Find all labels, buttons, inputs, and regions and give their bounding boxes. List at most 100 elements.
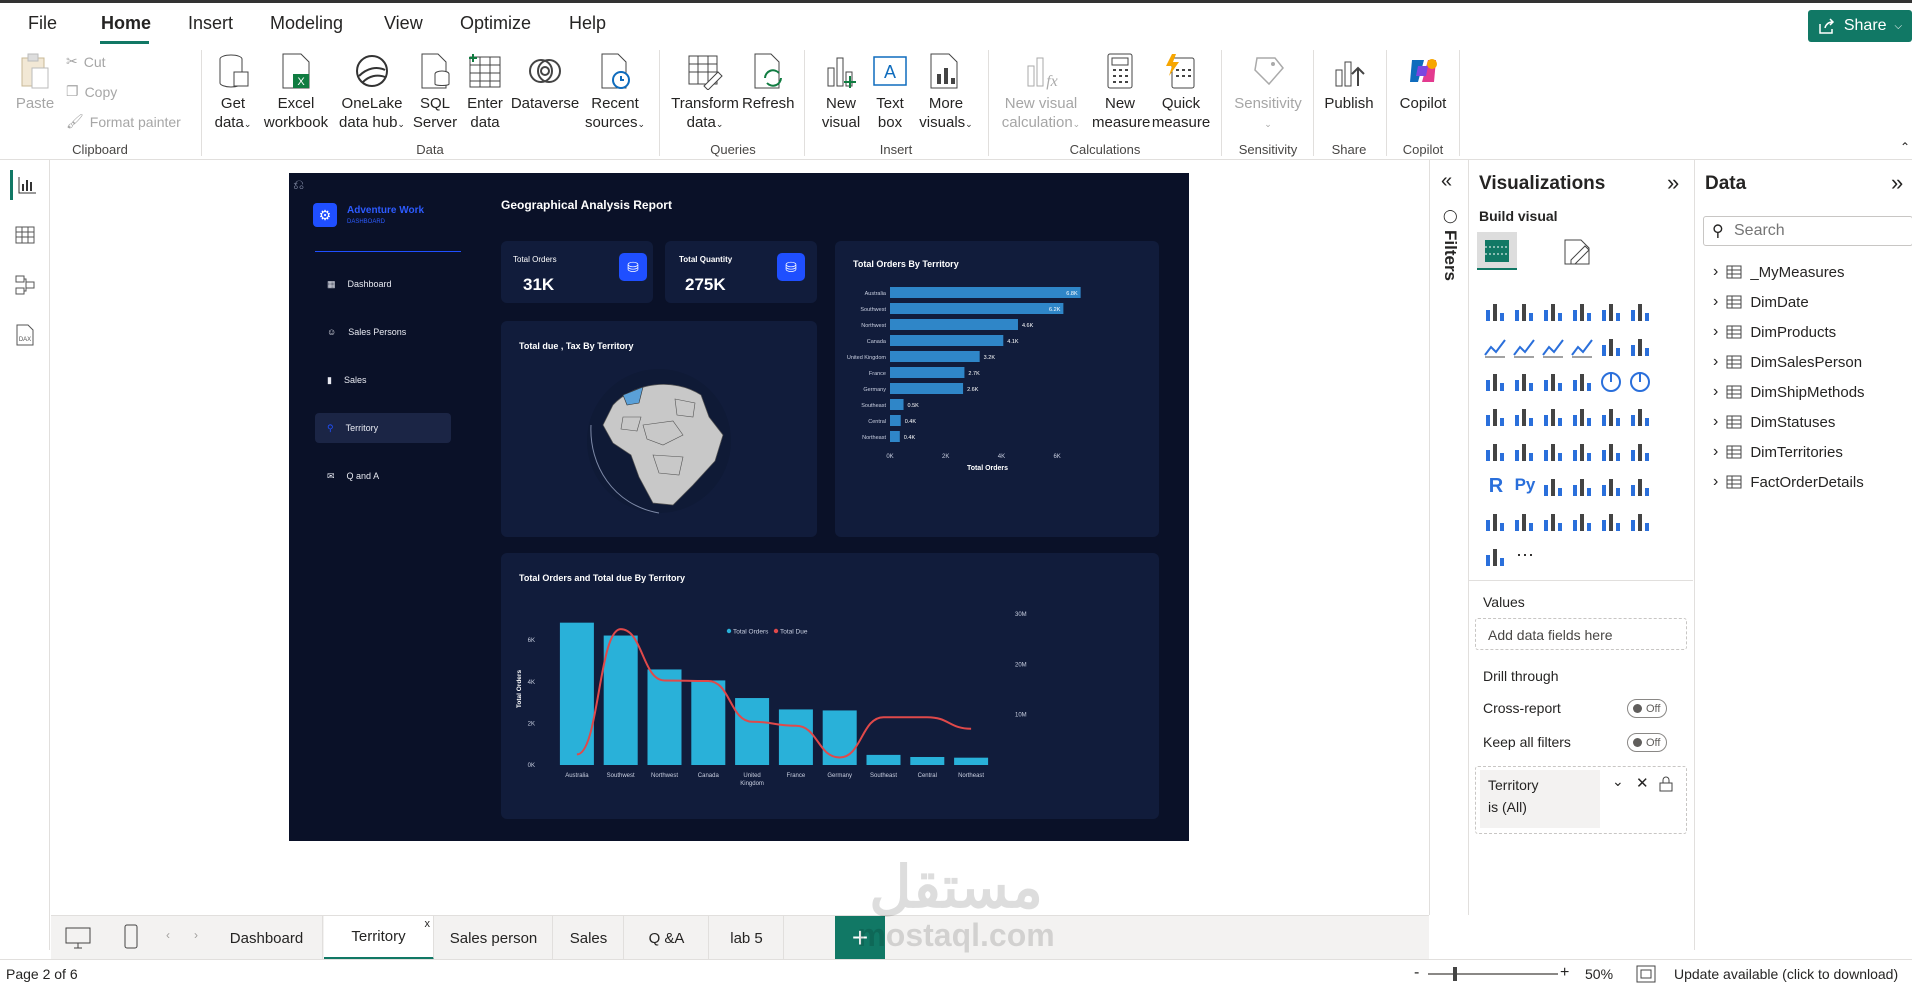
search-input[interactable]: [1734, 220, 1904, 242]
refresh-button[interactable]: Refresh: [742, 52, 795, 113]
page-tab-territory[interactable]: Territory x: [324, 916, 434, 960]
kpi-total-orders[interactable]: Total Orders 31K ⛁: [501, 241, 653, 303]
filled-map-icon[interactable]: [1541, 405, 1567, 431]
power-automate-icon[interactable]: [1483, 545, 1509, 571]
new-visual-calculation-button[interactable]: fx New visual calculation⌄: [998, 52, 1084, 134]
paginated-icon[interactable]: [1512, 510, 1538, 536]
desktop-layout-icon[interactable]: [65, 926, 91, 950]
page-tab-sales-person[interactable]: Sales person: [435, 916, 553, 960]
page-tab-q-and-a[interactable]: Q &A: [625, 916, 709, 960]
treemap-icon[interactable]: [1483, 405, 1509, 431]
funnel-icon[interactable]: [1541, 370, 1567, 396]
multi-row-card-icon[interactable]: [1512, 440, 1538, 466]
card-new-icon[interactable]: [1541, 510, 1567, 536]
chevron-right-icon[interactable]: ›: [1713, 443, 1718, 461]
back-arrow-icon[interactable]: ⎌: [293, 176, 304, 193]
excel-workbook-button[interactable]: X Excel workbook: [260, 52, 332, 132]
ribbon-icon[interactable]: [1570, 335, 1596, 361]
more-visuals-button[interactable]: More visuals⌄: [916, 52, 976, 134]
copilot-button[interactable]: Copilot: [1392, 52, 1454, 113]
nav-territory[interactable]: ⚲ Territory: [315, 413, 451, 443]
stacked-column-icon[interactable]: [1512, 300, 1538, 326]
get-data-button[interactable]: Get data⌄: [208, 52, 258, 134]
chevron-right-icon[interactable]: ›: [1713, 353, 1718, 371]
donut-icon[interactable]: [1628, 370, 1654, 396]
power-apps-icon[interactable]: [1599, 510, 1625, 536]
stacked-bar-icon[interactable]: [1483, 300, 1509, 326]
format-visual-icon[interactable]: [1561, 236, 1593, 268]
scatter-icon[interactable]: [1570, 370, 1596, 396]
menu-insert[interactable]: Insert: [188, 13, 233, 34]
data-table-item[interactable]: › DimTerritories: [1713, 443, 1843, 461]
nav-dashboard[interactable]: ▦ Dashboard: [315, 269, 451, 299]
chevron-right-icon[interactable]: ›: [1713, 413, 1718, 431]
menu-help[interactable]: Help: [569, 13, 606, 34]
nav-sales-persons[interactable]: ☺ Sales Persons: [315, 317, 451, 347]
100-column-icon[interactable]: [1628, 300, 1654, 326]
line-clustered-icon[interactable]: [1628, 335, 1654, 361]
map-icon[interactable]: [1512, 405, 1538, 431]
transform-data-button[interactable]: Transform data⌄: [668, 52, 742, 134]
nav-q-and-a[interactable]: ✉ Q and A: [315, 461, 451, 491]
dax-query-view-icon[interactable]: DAX: [10, 320, 40, 350]
key-influencers-icon[interactable]: [1541, 475, 1567, 501]
zoom-slider[interactable]: [1428, 973, 1558, 975]
next-page-icon[interactable]: ›: [194, 928, 198, 942]
arcgis-icon[interactable]: [1570, 510, 1596, 536]
filters-pane-collapsed[interactable]: « ◯ Filters: [1429, 160, 1469, 915]
azure-map-icon[interactable]: [1599, 405, 1625, 431]
enter-data-button[interactable]: Enter data: [462, 52, 508, 132]
stacked-area-icon[interactable]: [1541, 335, 1567, 361]
fit-to-page-icon[interactable]: [1636, 965, 1656, 983]
chevron-right-icon[interactable]: ›: [1713, 293, 1718, 311]
data-table-item[interactable]: › DimDate: [1713, 293, 1809, 311]
data-table-item[interactable]: › DimProducts: [1713, 323, 1836, 341]
line-column-icon[interactable]: [1599, 335, 1625, 361]
chevron-right-icon[interactable]: ›: [1713, 323, 1718, 341]
lock-icon[interactable]: [1659, 776, 1673, 792]
report-view-icon[interactable]: [10, 170, 40, 200]
sensitivity-button[interactable]: Sensitivity ⌄: [1228, 52, 1308, 134]
expand-filters-icon[interactable]: «: [1441, 170, 1452, 193]
100-bar-icon[interactable]: [1599, 300, 1625, 326]
add-page-button[interactable]: +: [835, 916, 885, 960]
copy-button[interactable]: ❐ Copy: [66, 83, 117, 100]
clustered-bar-icon[interactable]: [1541, 300, 1567, 326]
chevron-right-icon[interactable]: ›: [1713, 383, 1718, 401]
r-visual-icon[interactable]: R: [1483, 475, 1509, 501]
column-alt-icon[interactable]: [1512, 370, 1538, 396]
zoom-out-button[interactable]: -: [1414, 964, 1419, 982]
data-search-box[interactable]: ⚲: [1703, 216, 1912, 246]
menu-view[interactable]: View: [384, 13, 423, 34]
build-visual-tab[interactable]: [1477, 232, 1517, 270]
values-drop-zone[interactable]: Add data fields here: [1475, 618, 1687, 650]
pie-icon[interactable]: [1599, 370, 1625, 396]
cross-report-toggle[interactable]: Off: [1627, 699, 1667, 718]
data-table-item[interactable]: › DimStatuses: [1713, 413, 1835, 431]
update-available-link[interactable]: Update available (click to download): [1674, 966, 1898, 982]
data-table-item[interactable]: › FactOrderDetails: [1713, 473, 1864, 491]
menu-modeling[interactable]: Modeling: [270, 13, 343, 34]
collapse-data-icon[interactable]: »: [1891, 170, 1903, 196]
menu-optimize[interactable]: Optimize: [460, 13, 531, 34]
close-tab-icon[interactable]: x: [425, 918, 431, 930]
previous-page-icon[interactable]: ‹: [166, 928, 170, 942]
trophy-icon[interactable]: [1483, 510, 1509, 536]
onelake-data-hub-button[interactable]: OneLake data hub⌄: [334, 52, 410, 134]
menu-file[interactable]: File: [28, 13, 57, 34]
diamond-icon[interactable]: [1628, 510, 1654, 536]
collapse-visualizations-icon[interactable]: »: [1667, 170, 1679, 196]
keep-all-filters-toggle[interactable]: Off: [1627, 733, 1667, 752]
new-measure-button[interactable]: New measure: [1092, 52, 1150, 132]
model-view-icon[interactable]: [10, 270, 40, 300]
data-table-item[interactable]: › DimShipMethods: [1713, 383, 1865, 401]
kpi-total-quantity[interactable]: Total Quantity 275K ⛁: [665, 241, 817, 303]
table-icon[interactable]: [1599, 440, 1625, 466]
clustered-column-icon[interactable]: [1570, 300, 1596, 326]
page-tab-sales[interactable]: Sales: [554, 916, 624, 960]
table-view-icon[interactable]: [10, 220, 40, 250]
slicer-icon[interactable]: [1570, 440, 1596, 466]
gauge-icon[interactable]: [1628, 405, 1654, 431]
python-visual-icon[interactable]: Py: [1512, 475, 1538, 501]
dataverse-button[interactable]: Dataverse: [510, 52, 580, 113]
